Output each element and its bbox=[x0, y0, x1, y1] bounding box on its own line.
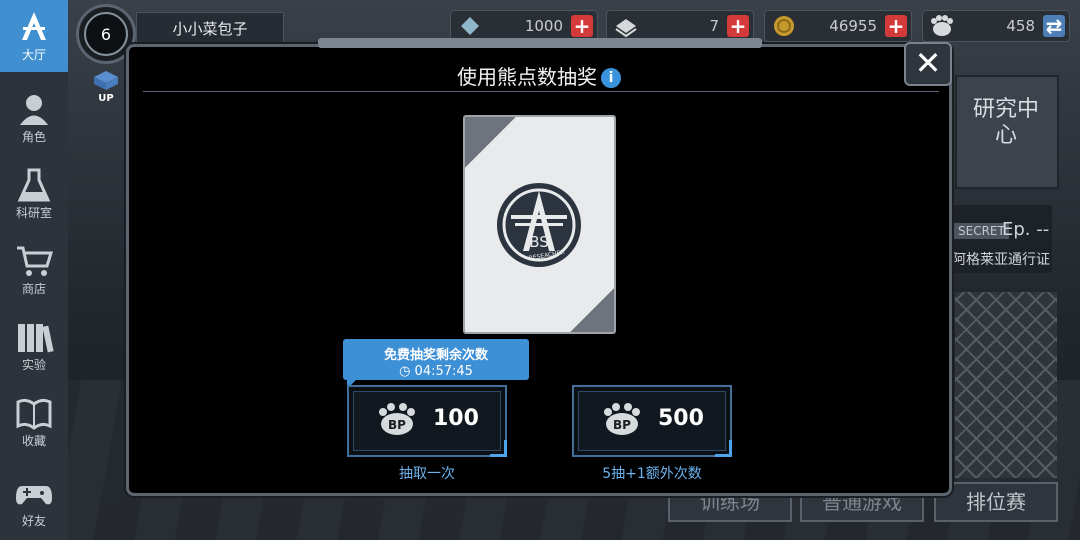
player-level: 6 bbox=[84, 12, 128, 56]
timer-row: ◷ 04:57:45 bbox=[343, 364, 529, 379]
lobby-star-icon bbox=[22, 12, 46, 40]
left-sidebar: 大厅 角色 科研室 商店 实验 收藏 好友 bbox=[0, 0, 68, 540]
resource-bp: 458 ⇄ bbox=[922, 10, 1070, 42]
sidebar-item-label: 好友 bbox=[21, 514, 46, 528]
gamepad-icon bbox=[16, 486, 52, 505]
resource-value: 46955 bbox=[829, 17, 877, 35]
locked-cage[interactable] bbox=[955, 292, 1057, 478]
pass-panel[interactable]: SECRET Ep. -- 阿格莱亚通行证 bbox=[952, 205, 1052, 273]
resource-value: 7 bbox=[709, 17, 719, 35]
coin-icon bbox=[774, 16, 794, 36]
ranked-button[interactable]: 排位赛 bbox=[934, 482, 1058, 522]
sidebar-item-label: 实验 bbox=[21, 358, 46, 372]
bp-paw-icon: BP bbox=[604, 403, 640, 435]
add-ticket-button[interactable]: + bbox=[727, 15, 749, 37]
sidebar-item-label: 科研室 bbox=[15, 206, 52, 220]
add-coin-button[interactable]: + bbox=[885, 15, 907, 37]
modal-title-text: 使用熊点数抽奖 bbox=[457, 65, 597, 89]
resource-value: 458 bbox=[1006, 17, 1035, 35]
sidebar-item-label: 商店 bbox=[21, 282, 46, 296]
secret-tag: SECRET bbox=[954, 223, 1009, 239]
bs-logo-icon: BS RESEACHER bbox=[497, 183, 581, 267]
lottery-card: BS RESEACHER bbox=[463, 115, 616, 334]
bp-paw-icon: BP bbox=[379, 403, 415, 435]
episode-label: Ep. -- bbox=[1002, 219, 1050, 240]
sidebar-item-friends[interactable]: 好友 bbox=[0, 466, 68, 538]
sidebar-item-lobby[interactable]: 大厅 bbox=[0, 0, 68, 72]
free-draw-label: 免费抽奖剩余次数 bbox=[383, 348, 488, 363]
flask-icon bbox=[17, 168, 51, 202]
books-icon bbox=[18, 324, 54, 353]
character-icon bbox=[20, 95, 48, 125]
resource-value: 1000 bbox=[524, 17, 563, 35]
sidebar-item-label: 大厅 bbox=[21, 48, 46, 62]
corner-accent bbox=[715, 440, 732, 457]
sidebar-item-shop[interactable]: 商店 bbox=[0, 234, 68, 306]
cost-value: 500 bbox=[658, 406, 704, 431]
draw-once-caption: 抽取一次 bbox=[399, 466, 455, 482]
sidebar-item-lab[interactable]: 科研室 bbox=[0, 158, 68, 230]
sidebar-item-experiment[interactable]: 实验 bbox=[0, 310, 68, 382]
pass-label: 阿格莱亚通行证 bbox=[952, 252, 1050, 268]
clock-icon: ◷ bbox=[399, 364, 415, 379]
resource-coin: 46955 + bbox=[764, 10, 912, 42]
draw-once-button[interactable]: BP 100 bbox=[347, 385, 507, 457]
open-book-icon bbox=[16, 398, 52, 430]
sidebar-item-label: 角色 bbox=[21, 130, 46, 144]
player-name: 小小菜包子 bbox=[136, 12, 284, 46]
cost-value: 100 bbox=[433, 406, 479, 431]
close-button[interactable]: ✕ bbox=[904, 42, 952, 86]
research-center-panel[interactable]: 研究中心 bbox=[955, 75, 1059, 189]
cart-icon bbox=[17, 246, 54, 276]
draw-five-caption: 5抽+1额外次数 bbox=[602, 466, 702, 482]
crystal-icon bbox=[461, 17, 479, 35]
svg-text:BP: BP bbox=[613, 418, 631, 432]
draw-five-button[interactable]: BP 500 bbox=[572, 385, 732, 457]
title-divider bbox=[143, 91, 939, 92]
exchange-bp-button[interactable]: ⇄ bbox=[1043, 15, 1065, 37]
free-draw-tooltip: 免费抽奖剩余次数 ◷ 04:57:45 bbox=[343, 339, 529, 380]
research-center-label: 研究中心 bbox=[972, 97, 1039, 148]
modal-top-bar bbox=[318, 38, 762, 48]
corner-accent bbox=[490, 440, 507, 457]
modal-title: 使用熊点数抽奖 i bbox=[129, 61, 949, 90]
timer-value: 04:57:45 bbox=[414, 364, 473, 379]
svg-text:BP: BP bbox=[388, 418, 406, 432]
cube-icon bbox=[94, 71, 118, 90]
sidebar-item-character[interactable]: 角色 bbox=[0, 82, 68, 154]
up-badge[interactable]: UP bbox=[92, 70, 120, 104]
add-crystal-button[interactable]: + bbox=[571, 15, 593, 37]
logo-text: BS bbox=[529, 233, 549, 251]
sidebar-item-collection[interactable]: 收藏 bbox=[0, 386, 68, 458]
sidebar-item-label: 收藏 bbox=[21, 434, 46, 448]
ticket-icon bbox=[615, 19, 637, 38]
up-label: UP bbox=[98, 93, 114, 104]
info-icon[interactable]: i bbox=[601, 68, 621, 88]
bp-paw-icon bbox=[931, 15, 953, 36]
